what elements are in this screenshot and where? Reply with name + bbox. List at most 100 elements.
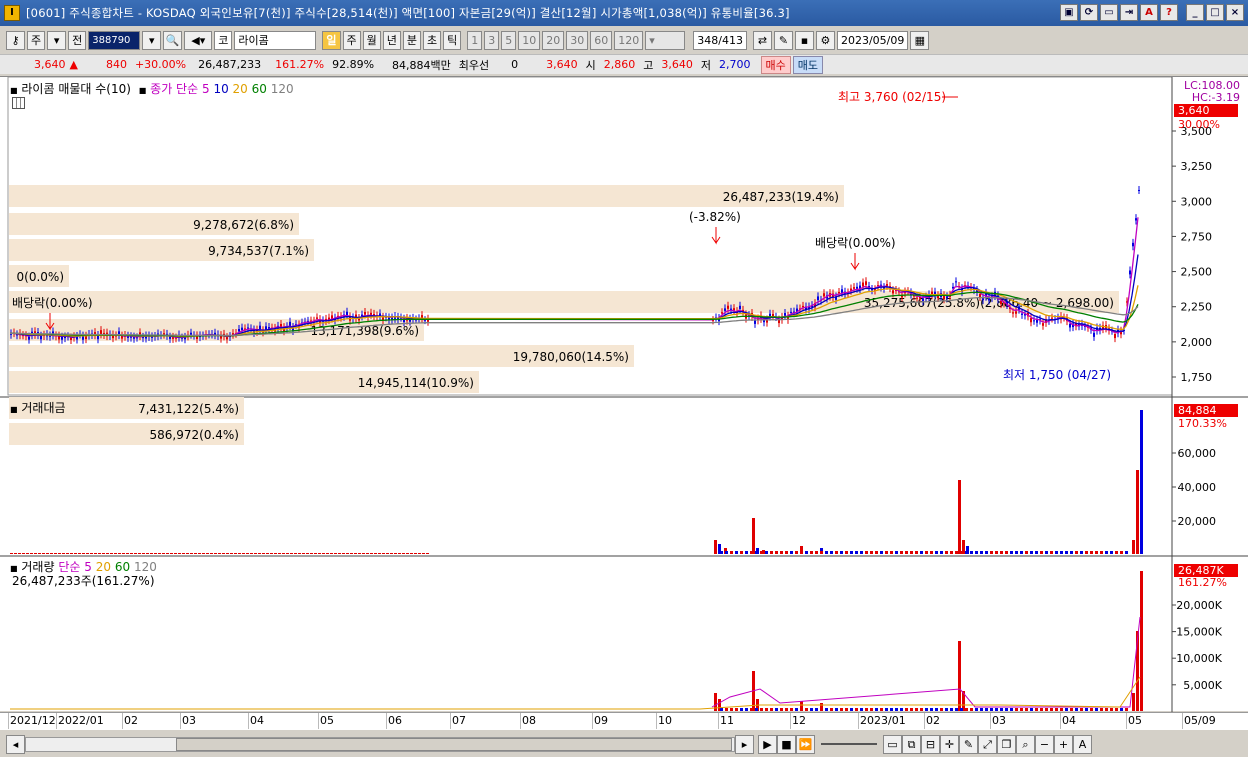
scroll-track[interactable] bbox=[25, 736, 735, 752]
save-icon[interactable]: ▪ bbox=[794, 30, 814, 50]
interval-custom[interactable]: ▾ bbox=[645, 30, 686, 50]
minus-icon[interactable]: − bbox=[1035, 734, 1054, 754]
interval-3[interactable]: 3 bbox=[484, 30, 500, 50]
tool-icon[interactable]: ⇄ bbox=[752, 30, 772, 50]
speaker-icon[interactable]: ◀▾ bbox=[184, 30, 213, 50]
overlay-icon[interactable]: ⊟ bbox=[921, 734, 940, 754]
text-icon[interactable]: A bbox=[1073, 734, 1092, 754]
volume-bar bbox=[1020, 708, 1023, 711]
amount-bar bbox=[326, 553, 329, 554]
dropdown-icon[interactable]: ▾ bbox=[47, 30, 67, 50]
bar-count-input[interactable]: 348/413 bbox=[693, 30, 747, 50]
volume-bar bbox=[835, 708, 838, 711]
period-day[interactable]: 일 bbox=[322, 30, 341, 50]
scroll-right-icon[interactable]: ▸ bbox=[735, 734, 754, 754]
min-price-label: 최저 1,750 (04/27) bbox=[1003, 368, 1111, 382]
volume-bar bbox=[1005, 708, 1008, 711]
split-icon[interactable]: ⧉ bbox=[902, 734, 921, 754]
interval-10[interactable]: 10 bbox=[518, 30, 541, 50]
volume-bar bbox=[815, 708, 818, 711]
amount-bar bbox=[150, 553, 153, 554]
candle bbox=[1138, 189, 1140, 191]
interval-120[interactable]: 120 bbox=[614, 30, 644, 50]
minimize-button[interactable]: _ bbox=[1186, 4, 1204, 21]
window-icon[interactable]: ▭ bbox=[1100, 4, 1118, 21]
y-tick-label: 5,000K bbox=[1183, 679, 1222, 692]
interval-5[interactable]: 5 bbox=[501, 30, 517, 50]
trade-volume: 26,487,233 bbox=[198, 58, 262, 71]
date-input[interactable]: 2023/05/09 bbox=[836, 30, 909, 50]
amount-bar bbox=[955, 551, 958, 554]
stop-icon[interactable]: ■ bbox=[777, 734, 796, 754]
price-legend-name: 라이콤 매물대 수(10) bbox=[21, 82, 131, 96]
open-price: 2,860 bbox=[603, 58, 636, 71]
search-icon[interactable]: 🔍 bbox=[163, 30, 183, 50]
volume-bar bbox=[980, 708, 983, 711]
period-minute[interactable]: 분 bbox=[402, 30, 421, 50]
amount-bar bbox=[346, 553, 349, 554]
link-icon[interactable]: ▣ bbox=[1060, 4, 1078, 21]
interval-20[interactable]: 20 bbox=[542, 30, 565, 50]
refresh-icon[interactable]: ⟳ bbox=[1080, 4, 1098, 21]
prev-button[interactable]: 전 bbox=[68, 30, 87, 50]
x-axis-label: 03 bbox=[182, 714, 196, 727]
period-month[interactable]: 월 bbox=[362, 30, 381, 50]
chart-area[interactable]: 3,500 3,250 3,000 2,750 2,500 2,250 2,000 1,750… bbox=[0, 76, 1248, 712]
calendar-icon[interactable]: ▦ bbox=[910, 30, 930, 50]
zoom-icon[interactable]: ⌕ bbox=[1016, 734, 1035, 754]
chart-canvas[interactable]: 3,5003,2503,0002,7502,5002,2502,0001,750… bbox=[0, 77, 1248, 712]
layout-icon[interactable]: ▭ bbox=[883, 734, 902, 754]
help-icon[interactable]: ? bbox=[1160, 4, 1178, 21]
trend-icon[interactable]: ⤢ bbox=[978, 734, 997, 754]
font-icon[interactable]: A bbox=[1140, 4, 1158, 21]
amount-bar bbox=[166, 553, 169, 554]
amount-bar bbox=[70, 553, 73, 554]
chart-tool-icon[interactable]: ✎ bbox=[773, 30, 793, 50]
fast-forward-icon[interactable]: ⏩ bbox=[796, 734, 815, 754]
x-axis-tick bbox=[520, 713, 521, 729]
amount-bar bbox=[995, 551, 998, 554]
zoom-slider[interactable] bbox=[821, 743, 877, 745]
dock-icon[interactable]: ⇥ bbox=[1120, 4, 1138, 21]
amount-bar bbox=[958, 480, 961, 554]
volume-bar bbox=[955, 708, 958, 711]
stock-code-input[interactable]: 388790 bbox=[88, 30, 141, 50]
x-axis-tick bbox=[8, 713, 9, 729]
copy-icon[interactable]: ❐ bbox=[997, 734, 1016, 754]
cross-icon[interactable]: ✛ bbox=[940, 734, 959, 754]
candle bbox=[364, 311, 366, 315]
amount-bar bbox=[890, 551, 893, 554]
plus-icon[interactable]: + bbox=[1054, 734, 1073, 754]
period-second[interactable]: 초 bbox=[423, 30, 442, 50]
volume-bar bbox=[940, 708, 943, 711]
close-button[interactable]: × bbox=[1226, 4, 1244, 21]
amount-bar bbox=[294, 553, 297, 554]
amount-bar bbox=[158, 553, 161, 554]
interval-30[interactable]: 30 bbox=[566, 30, 589, 50]
settings-icon[interactable]: ⚙ bbox=[815, 30, 835, 50]
volume-bar bbox=[785, 708, 788, 711]
scroll-left-icon[interactable]: ◂ bbox=[6, 734, 25, 754]
play-icon[interactable]: ▶ bbox=[758, 734, 777, 754]
interval-1[interactable]: 1 bbox=[467, 30, 483, 50]
interval-60[interactable]: 60 bbox=[590, 30, 613, 50]
maximize-button[interactable]: □ bbox=[1206, 4, 1224, 21]
account-icon[interactable]: ⚷ bbox=[6, 30, 25, 50]
y-tick-label: 40,000 bbox=[1178, 481, 1217, 494]
amount-bar bbox=[985, 551, 988, 554]
amount-bar bbox=[162, 553, 165, 554]
period-week[interactable]: 주 bbox=[342, 30, 361, 50]
draw-icon[interactable]: ✎ bbox=[959, 734, 978, 754]
chevron-down-icon[interactable]: ▾ bbox=[142, 30, 162, 50]
period-year[interactable]: 년 bbox=[382, 30, 401, 50]
volume-bar bbox=[1060, 708, 1063, 711]
buy-button[interactable]: 매수 bbox=[760, 55, 791, 74]
x-axis-tick bbox=[592, 713, 593, 729]
grid-toggle-icon[interactable] bbox=[12, 97, 25, 109]
scroll-thumb[interactable] bbox=[176, 737, 732, 751]
sell-button[interactable]: 매도 bbox=[792, 55, 824, 74]
market-select[interactable]: 주 bbox=[27, 30, 46, 50]
stock-name-field[interactable]: 라이콤 bbox=[234, 30, 317, 50]
amount-bar bbox=[206, 553, 209, 554]
period-tick[interactable]: 틱 bbox=[443, 30, 462, 50]
